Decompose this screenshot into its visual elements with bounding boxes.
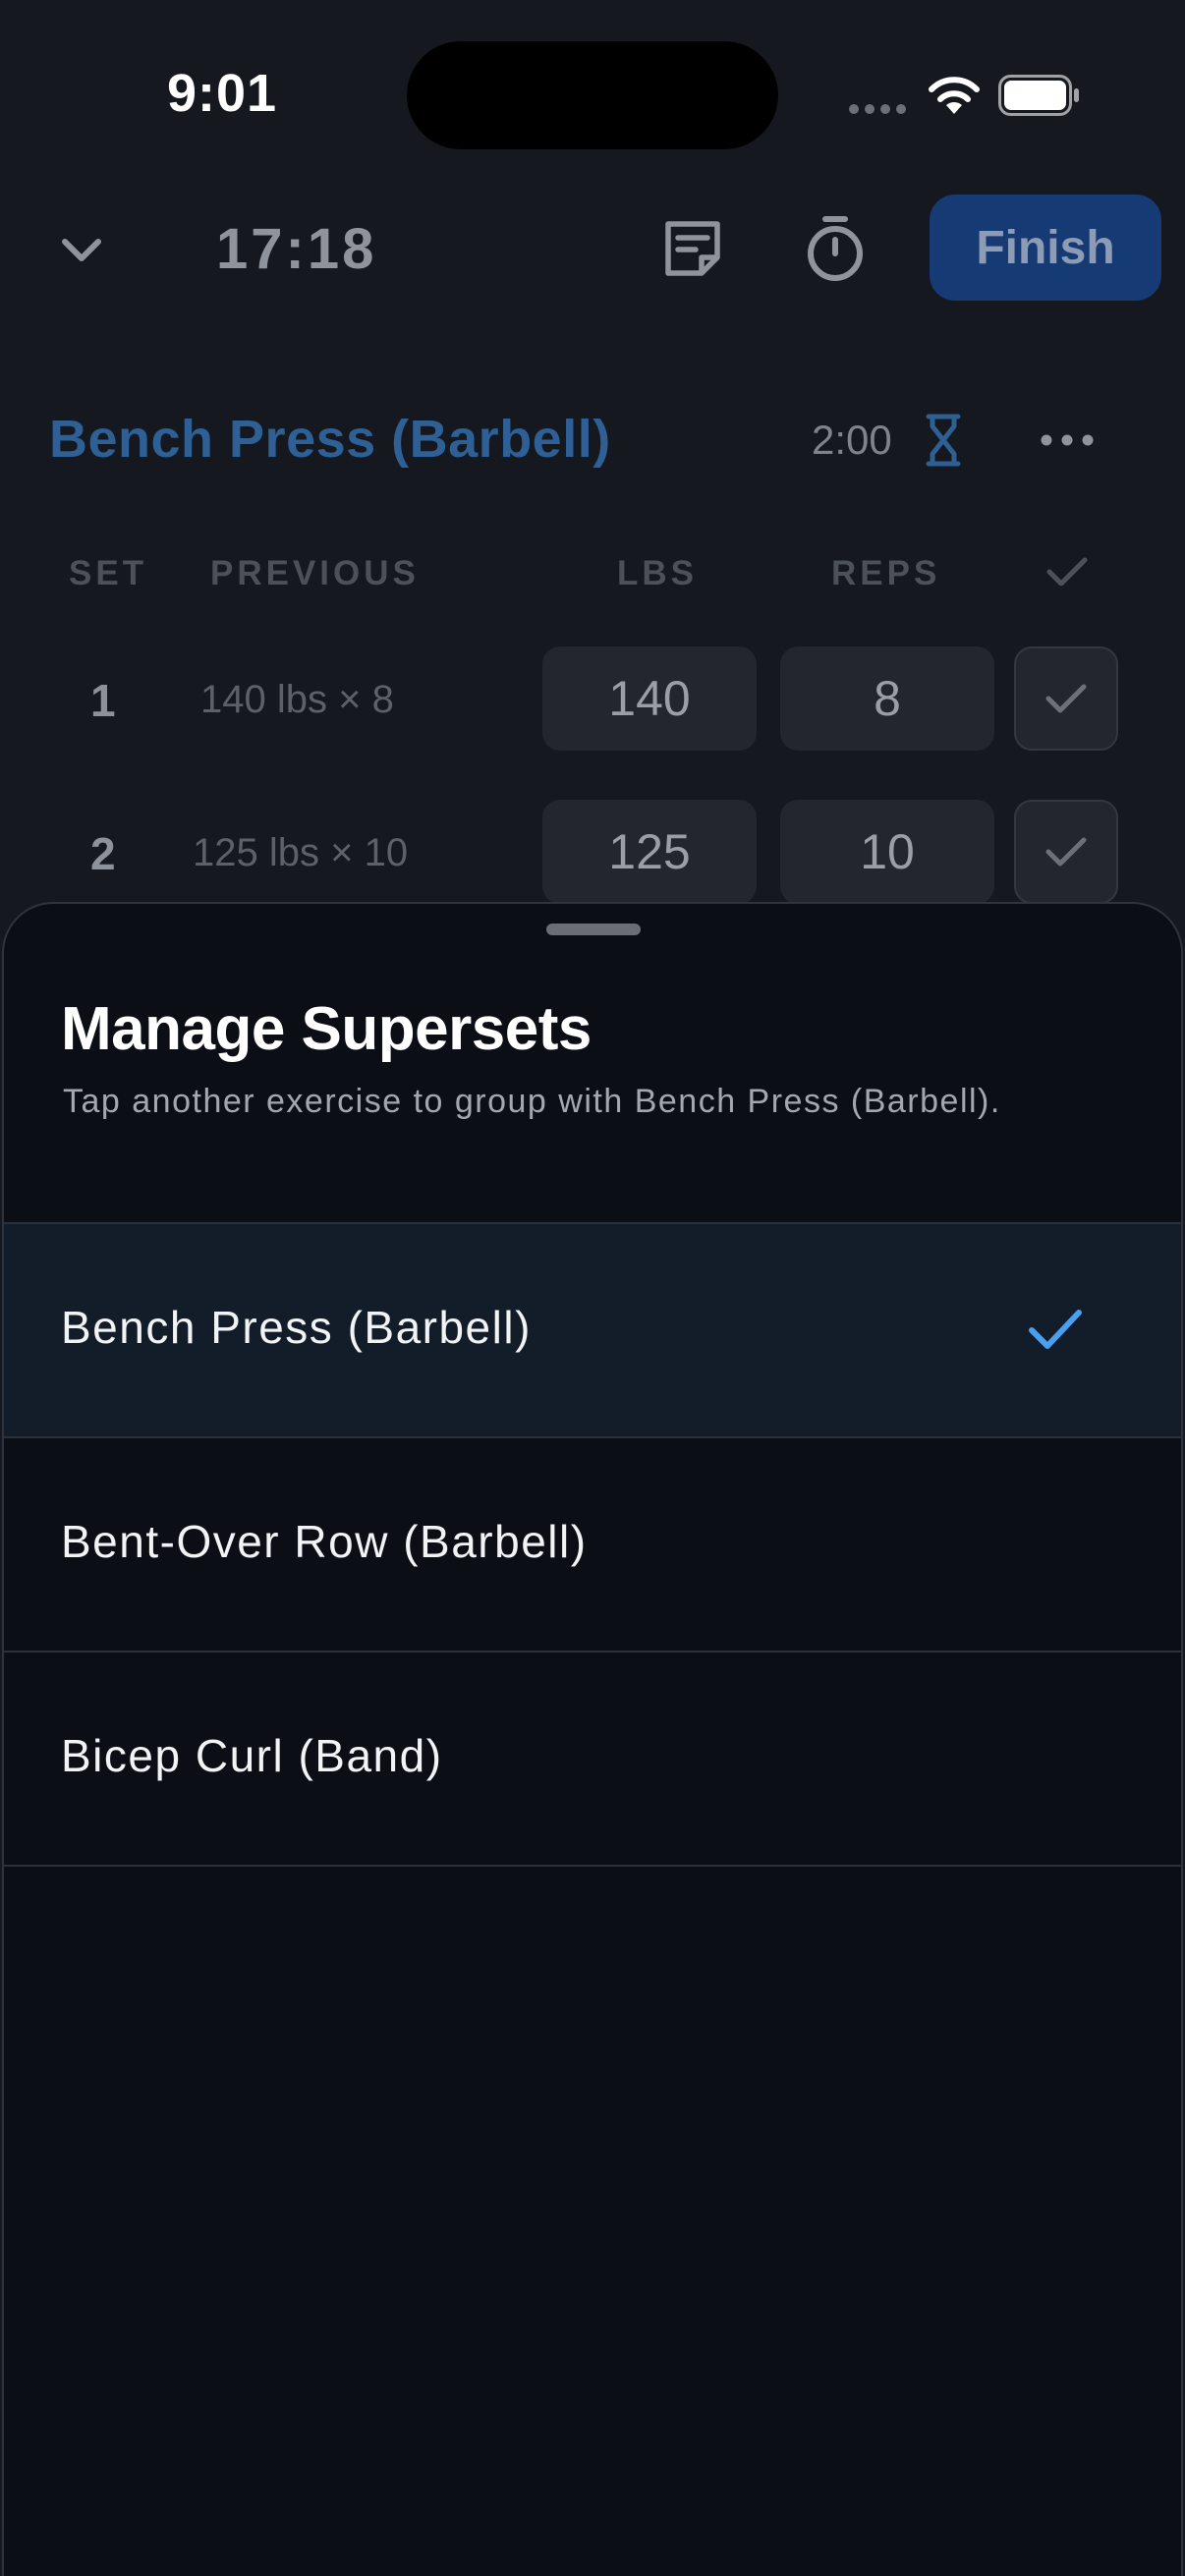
stopwatch-icon[interactable] — [804, 214, 867, 283]
workout-top-bar: 17:18 Finish — [0, 187, 1185, 314]
exercise-title[interactable]: Bench Press (Barbell) — [49, 409, 611, 470]
exercise-option-bench-press[interactable]: Bench Press (Barbell) — [4, 1222, 1181, 1436]
hourglass-icon[interactable] — [926, 413, 961, 468]
chevron-down-icon[interactable] — [57, 226, 106, 275]
notes-icon[interactable] — [660, 216, 725, 281]
lbs-input[interactable]: 125 — [542, 800, 757, 904]
header-check-icon — [1046, 557, 1088, 587]
wifi-icon — [929, 77, 980, 114]
lbs-input[interactable]: 140 — [542, 646, 757, 751]
exercise-header: Bench Press (Barbell) 2:00 — [0, 393, 1185, 491]
header-previous: PREVIOUS — [210, 554, 420, 592]
exercise-option-label: Bent-Over Row (Barbell) — [61, 1516, 588, 1567]
sheet-title: Manage Supersets — [61, 995, 592, 1063]
set-previous[interactable]: 140 lbs × 8 — [200, 678, 394, 722]
set-number: 1 — [90, 675, 116, 726]
manage-supersets-sheet: Manage Supersets Tap another exercise to… — [2, 902, 1183, 2576]
check-icon — [1045, 837, 1087, 867]
header-lbs: LBS — [617, 554, 698, 592]
set-number: 2 — [90, 828, 116, 879]
complete-set-button[interactable] — [1014, 646, 1118, 751]
complete-set-button[interactable] — [1014, 800, 1118, 904]
exercise-option-bicep-curl[interactable]: Bicep Curl (Band) — [4, 1651, 1181, 1867]
finish-button[interactable]: Finish — [930, 195, 1161, 301]
set-row: 2 125 lbs × 10 125 10 — [0, 800, 1185, 908]
battery-icon — [998, 75, 1079, 116]
exercise-option-label: Bench Press (Barbell) — [61, 1302, 532, 1353]
check-icon — [1045, 684, 1087, 713]
status-time: 9:01 — [167, 64, 278, 123]
drag-handle[interactable] — [546, 924, 641, 935]
workout-screen: 9:01 17:18 Finish Bench Press (Barbell) … — [0, 0, 1185, 2576]
exercise-option-bent-over-row[interactable]: Bent-Over Row (Barbell) — [4, 1436, 1181, 1651]
check-icon — [1029, 1310, 1082, 1349]
set-row: 1 140 lbs × 8 140 8 — [0, 646, 1185, 755]
set-previous[interactable]: 125 lbs × 10 — [193, 831, 408, 875]
sheet-subtitle: Tap another exercise to group with Bench… — [63, 1083, 1001, 1120]
status-bar: 9:01 — [0, 0, 1185, 187]
dynamic-island — [407, 41, 778, 149]
exercise-option-label: Bicep Curl (Band) — [61, 1730, 443, 1781]
reps-input[interactable]: 8 — [780, 646, 994, 751]
rest-time[interactable]: 2:00 — [812, 417, 892, 464]
cellular-signal-icon — [849, 104, 908, 114]
header-reps: REPS — [831, 554, 941, 592]
header-set: SET — [69, 554, 148, 592]
more-icon[interactable] — [1040, 432, 1095, 448]
reps-input[interactable]: 10 — [780, 800, 994, 904]
exercise-list: Bench Press (Barbell) Bent-Over Row (Bar… — [4, 1222, 1181, 1867]
set-table-header: SET PREVIOUS LBS REPS — [0, 546, 1185, 605]
elapsed-timer: 17:18 — [216, 217, 377, 281]
